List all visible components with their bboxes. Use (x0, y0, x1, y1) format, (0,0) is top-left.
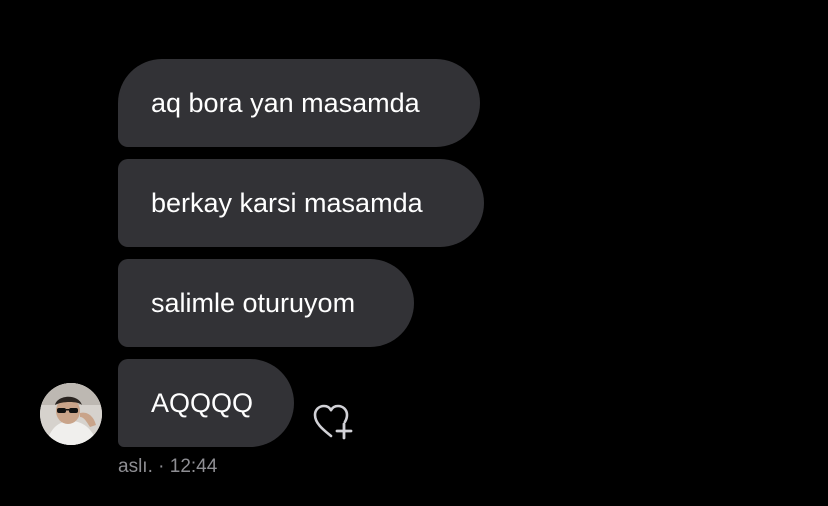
avatar-photo (40, 383, 102, 445)
message-meta: aslı. · 12:44 (118, 456, 217, 478)
message-bubble-2[interactable]: berkay karsi masamda (118, 159, 484, 247)
heart-plus-icon[interactable] (311, 402, 357, 442)
message-text: berkay karsi masamda (151, 188, 423, 218)
message-bubble-1[interactable]: aq bora yan masamda (118, 59, 480, 147)
sender-name: aslı. (118, 456, 153, 477)
avatar[interactable] (40, 383, 102, 445)
message-bubble-3[interactable]: salimle oturuyom (118, 259, 414, 347)
message-bubble-4[interactable]: AQQQQ (118, 359, 294, 447)
message-text: AQQQQ (151, 388, 254, 418)
message-text: aq bora yan masamda (151, 88, 420, 118)
timestamp: · 12:44 (158, 456, 218, 477)
message-text: salimle oturuyom (151, 288, 356, 318)
